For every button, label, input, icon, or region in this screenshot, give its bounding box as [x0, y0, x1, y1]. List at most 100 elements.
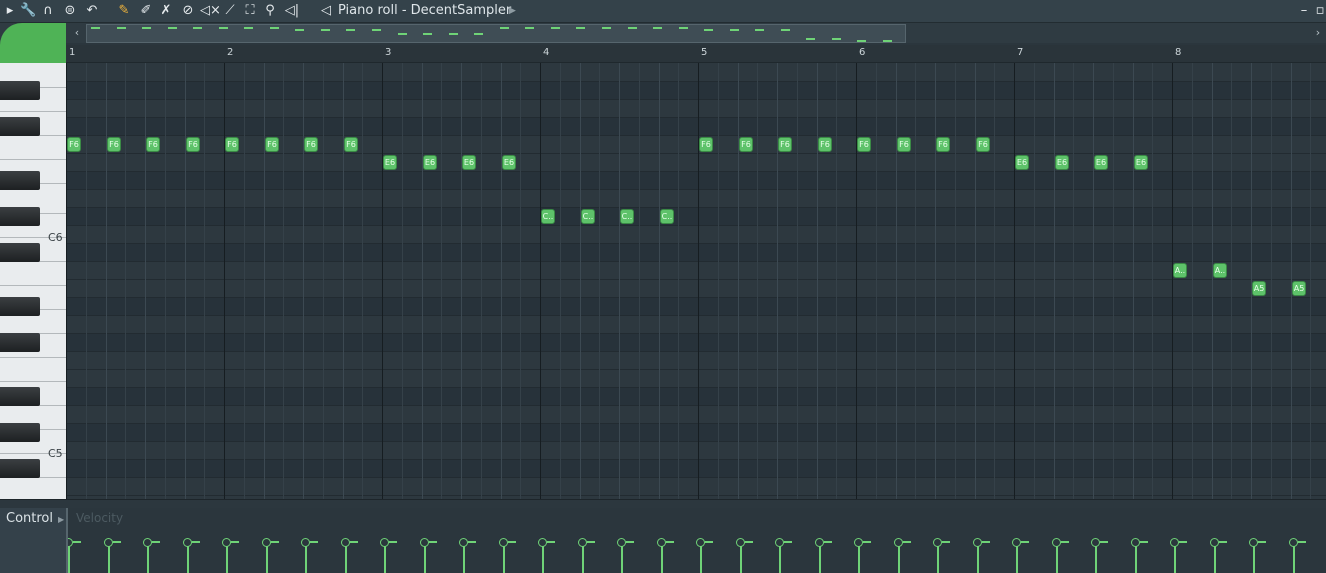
control-label[interactable]: Control [6, 511, 53, 526]
overview-note-mark [831, 38, 841, 41]
control-menu-arrow-icon[interactable]: ▶ [58, 515, 64, 524]
maximize-icon[interactable]: ▫ [1314, 3, 1326, 19]
note[interactable]: A5 [1292, 281, 1306, 296]
note[interactable]: F6 [976, 137, 990, 152]
menu-arrow-icon[interactable]: ▸ [2, 3, 18, 19]
menu-circle-icon[interactable]: ⊜ [62, 3, 78, 19]
note[interactable]: F6 [818, 137, 832, 152]
note[interactable]: A.. [1173, 263, 1187, 278]
overview-note-mark [193, 27, 203, 29]
black-key[interactable] [0, 459, 40, 478]
wrench-icon[interactable]: 🔧 [20, 3, 36, 19]
speaker-icon[interactable]: ◁ [318, 3, 334, 19]
overview-note-mark [295, 28, 305, 31]
note[interactable]: F6 [107, 137, 121, 152]
note[interactable]: F6 [936, 137, 950, 152]
step-line [185, 63, 186, 499]
black-key[interactable] [0, 207, 40, 226]
black-key[interactable] [0, 117, 40, 136]
velocity-editor[interactable]: Velocity [66, 508, 1326, 573]
black-key[interactable] [0, 333, 40, 352]
undo-icon[interactable]: ↶ [84, 3, 100, 19]
pencil-icon[interactable]: ✎ [116, 3, 132, 19]
note[interactable]: E6 [383, 155, 397, 170]
note[interactable]: F6 [897, 137, 911, 152]
note[interactable]: F6 [344, 137, 358, 152]
step-line [1054, 63, 1055, 499]
black-key[interactable] [0, 81, 40, 100]
delete-circle-icon[interactable]: ⊘ [180, 3, 196, 19]
step-line [975, 63, 976, 499]
bar-number[interactable]: 7 [1017, 47, 1023, 59]
note[interactable]: C.. [581, 209, 595, 224]
bar-number[interactable]: 2 [227, 47, 233, 59]
row-line [66, 225, 1326, 226]
bar-number[interactable]: 6 [859, 47, 865, 59]
note[interactable]: E6 [423, 155, 437, 170]
row-line [66, 405, 1326, 406]
slice-icon[interactable]: ⟋ [222, 3, 238, 19]
note[interactable]: E6 [1055, 155, 1069, 170]
note[interactable]: E6 [502, 155, 516, 170]
note-grid[interactable]: F6 F6 F6 F6 F6 F6 F6 F6 E6 E6 E6 E6 C.. C.. C.. C.. F6 F6… [66, 63, 1326, 499]
black-key[interactable] [0, 423, 40, 442]
row-line [66, 351, 1326, 352]
note[interactable]: F6 [67, 137, 81, 152]
overview-scrollbar[interactable] [86, 24, 906, 43]
row-line [66, 423, 1326, 424]
title-menu-arrow-icon[interactable]: ▶ [509, 3, 516, 19]
step-line [1073, 63, 1074, 499]
black-key[interactable] [0, 243, 40, 262]
magnet-icon[interactable]: ∩ [40, 3, 56, 19]
row-line [66, 279, 1326, 280]
zoom-icon[interactable]: ⚲ [262, 3, 278, 19]
note[interactable]: C.. [660, 209, 674, 224]
select-icon[interactable]: ⛶ [242, 3, 258, 19]
bar-number[interactable]: 1 [69, 47, 75, 59]
note[interactable]: E6 [462, 155, 476, 170]
playback-icon[interactable]: ◁| [284, 3, 300, 19]
note[interactable]: C.. [620, 209, 634, 224]
scroll-right-icon[interactable]: › [1311, 25, 1325, 41]
bar-number[interactable]: 3 [385, 47, 391, 59]
note[interactable]: F6 [304, 137, 318, 152]
mute-icon[interactable]: ◁× [200, 3, 221, 19]
black-key[interactable] [0, 171, 40, 190]
black-key[interactable] [0, 297, 40, 316]
note[interactable]: F6 [699, 137, 713, 152]
note[interactable]: E6 [1015, 155, 1029, 170]
note[interactable]: A.. [1213, 263, 1227, 278]
scroll-left-icon[interactable]: ‹ [70, 25, 84, 41]
note[interactable]: F6 [186, 137, 200, 152]
note[interactable]: F6 [146, 137, 160, 152]
row-line [66, 243, 1326, 244]
note[interactable]: E6 [1094, 155, 1108, 170]
overview-note-mark [397, 33, 407, 36]
piano-keyboard[interactable]: C6 C5 [0, 63, 67, 499]
note[interactable]: F6 [778, 137, 792, 152]
time-ruler[interactable]: 1 2 3 4 5 6 7 8 [66, 45, 1326, 63]
note[interactable]: E6 [1134, 155, 1148, 170]
note[interactable]: F6 [857, 137, 871, 152]
overview-note-mark [601, 27, 611, 29]
bar-number[interactable]: 5 [701, 47, 707, 59]
note[interactable]: A5 [1252, 281, 1266, 296]
note[interactable]: F6 [265, 137, 279, 152]
paint-brush-icon[interactable]: ✐ [138, 3, 154, 19]
note[interactable]: F6 [739, 137, 753, 152]
note[interactable]: C.. [541, 209, 555, 224]
control-panel[interactable]: Control ▶ [0, 508, 66, 573]
black-key-row [66, 423, 1326, 441]
note[interactable]: F6 [225, 137, 239, 152]
row-line [66, 441, 1326, 442]
step-line [935, 63, 936, 499]
bar-number[interactable]: 8 [1175, 47, 1181, 59]
overview-note-mark [423, 33, 433, 36]
target-control-corner[interactable] [0, 23, 66, 63]
velocity-label: Velocity [76, 511, 124, 525]
minimize-icon[interactable]: – [1298, 3, 1310, 19]
bar-line [1172, 63, 1173, 499]
black-key[interactable] [0, 387, 40, 406]
paint-brush-x-icon[interactable]: ✗ [158, 3, 174, 19]
bar-number[interactable]: 4 [543, 47, 549, 59]
